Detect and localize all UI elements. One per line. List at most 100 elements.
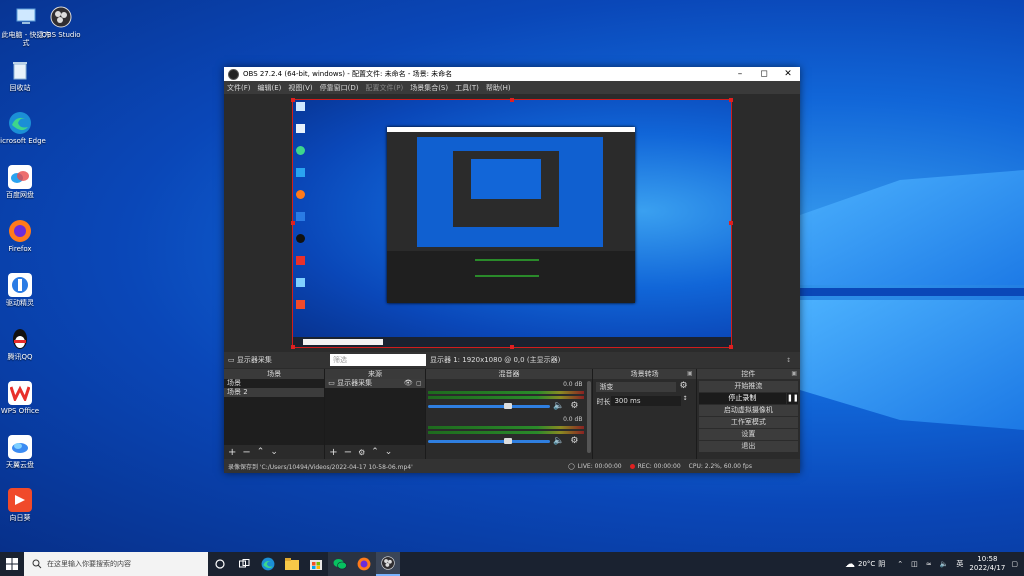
duration-spinbox[interactable]: 300 ms [611,396,682,406]
ime-indicator[interactable]: 英 [956,559,963,569]
recording-path: 录像保存到 'C:/Users/10494/Videos/2022-04-17 … [228,463,413,471]
firefox-taskbar-icon[interactable] [352,552,376,576]
start-virtual-camera-button[interactable]: 启动虚拟摄像机 [698,405,798,416]
close-icon[interactable]: ✕ [776,69,800,79]
monitor-icon: ▭ [328,379,335,387]
transform-handle[interactable] [291,98,295,102]
firefox-icon [8,219,32,243]
stop-recording-button[interactable]: 停止录制 [698,393,786,404]
wifi-icon[interactable]: ≈ [926,560,932,568]
edge-icon [8,111,32,135]
transform-handle[interactable] [510,345,514,349]
transition-select[interactable]: 渐变 [596,382,677,392]
speaker-icon[interactable]: 🔈 [553,401,564,411]
pause-icon[interactable]: ❚❚ [787,393,799,404]
add-icon[interactable]: + [228,447,236,458]
search-icon [32,559,42,569]
studio-mode-button[interactable]: 工作室模式 [698,417,798,428]
weather-temp[interactable]: 20°C [858,560,875,568]
menu-profile[interactable]: 配置文件(P) [366,83,404,93]
move-up-icon[interactable]: ⌃ [257,447,265,457]
transform-handle[interactable] [729,221,733,225]
file-explorer-icon[interactable] [280,552,304,576]
desktop-icon-tianyi-cloud[interactable]: 天翼云盘 [0,435,46,469]
desktop-icon-sunlogin[interactable]: 向日葵 [0,488,46,522]
store-icon[interactable] [304,552,328,576]
desktop-icon-driver-genius[interactable]: 驱动精灵 [0,273,46,307]
desktop-icon-label: 天翼云盘 [6,461,34,469]
transform-handle[interactable] [729,98,733,102]
speaker-icon[interactable]: 🔈 [553,436,564,446]
chevron-up-icon[interactable]: ⌃ [897,560,903,568]
volume-slider-knob[interactable] [503,438,512,444]
move-up-icon[interactable]: ⌃ [371,447,379,457]
gear-icon[interactable]: ⚙ [570,401,578,411]
edge-taskbar-icon[interactable] [256,552,280,576]
scene-item[interactable]: 场景 2 [224,388,325,397]
volume-slider-knob[interactable] [503,403,512,409]
desktop-icon-baidu-netdisk[interactable]: 百度网盘 [0,165,46,199]
obs-taskbar-icon[interactable] [376,552,400,576]
volume-slider[interactable] [427,440,551,443]
desktop-icon-obs-studio[interactable]: OBS Studio [35,5,87,39]
desktop-icon-tencent-qq[interactable]: 腾讯QQ [0,327,46,361]
move-down-icon[interactable]: ⌄ [385,447,393,457]
transitions-dock: 场景转场 ▣ 渐变 ⚙ 时长 300 ms ↕ [593,369,697,459]
chevron-updown-icon[interactable]: ↕ [786,357,800,364]
taskbar-search[interactable]: 在这里输入你要搜索的内容 [24,552,208,576]
clock[interactable]: 10:58 2022/4/17 [969,555,1005,573]
lock-icon[interactable]: ▢ [416,379,422,388]
task-view-icon[interactable] [232,552,256,576]
exit-button[interactable]: 退出 [698,441,798,452]
weather-text: 阴 [878,560,886,568]
source-item[interactable]: ▭ 显示器采集 👁 ▢ [325,379,425,388]
transform-handle[interactable] [510,98,514,102]
menu-docks[interactable]: 停靠窗口(D) [320,83,359,93]
transform-handle[interactable] [291,221,295,225]
eye-icon[interactable]: 👁 [404,379,413,388]
scene-item[interactable]: 场景 [224,379,324,388]
gear-icon[interactable]: ⚙ [679,381,687,391]
menu-help[interactable]: 帮助(H) [486,83,511,93]
filter-input[interactable]: 筛选 [330,354,426,366]
maximize-icon[interactable]: ◻ [752,69,776,79]
display-select[interactable]: 显示器 1: 1920x1080 @ 0,0 (主显示器) [426,355,786,365]
dock-header: 场景转场 ▣ [593,369,696,379]
transform-handle[interactable] [291,345,295,349]
desktop-icon-microsoft-edge[interactable]: Microsoft Edge [0,111,46,145]
start-streaming-button[interactable]: 开始推流 [698,381,798,392]
cortana-icon[interactable] [208,552,232,576]
speaker-icon[interactable]: 🔈 [940,560,949,568]
gear-icon[interactable]: ⚙ [570,436,578,446]
desktop-icon-firefox[interactable]: Firefox [0,219,46,253]
spin-arrows-icon[interactable]: ↕ [682,395,687,402]
wechat-icon[interactable] [328,552,352,576]
menu-scene-collection[interactable]: 场景集合(S) [410,83,448,93]
minimize-icon[interactable]: – [728,69,752,79]
dock-header: 场景 [224,369,325,379]
preview-canvas[interactable] [292,99,732,348]
obs-titlebar[interactable]: OBS 27.2.4 (64-bit, windows) - 配置文件: 未命名… [224,67,800,81]
start-button[interactable] [0,552,24,576]
transform-handle[interactable] [729,345,733,349]
move-down-icon[interactable]: ⌄ [270,447,278,457]
menu-tools[interactable]: 工具(T) [455,83,479,93]
settings-button[interactable]: 设置 [698,429,798,440]
menu-file[interactable]: 文件(F) [227,83,251,93]
remove-icon[interactable]: − [242,447,250,458]
gear-icon[interactable]: ⚙ [358,448,365,457]
volume-slider[interactable] [427,405,551,408]
menu-edit[interactable]: 编辑(E) [258,83,282,93]
desktop-icon-recycle-bin[interactable]: 回收站 [0,58,46,92]
desktop-icon-wps-office[interactable]: WPS Office [0,381,46,415]
menu-view[interactable]: 视图(V) [288,83,312,93]
cloud-weather-icon: ☁ [844,558,855,570]
preview-area [224,94,800,351]
search-placeholder: 在这里输入你要搜索的内容 [47,560,131,568]
network-icon[interactable]: ◫ [911,560,918,568]
mixer-scrollbar[interactable] [587,381,592,453]
desktop-icon-label: WPS Office [0,407,40,415]
notification-icon[interactable]: ▢ [1011,560,1018,568]
remove-icon[interactable]: − [344,447,352,458]
add-icon[interactable]: + [329,447,337,458]
